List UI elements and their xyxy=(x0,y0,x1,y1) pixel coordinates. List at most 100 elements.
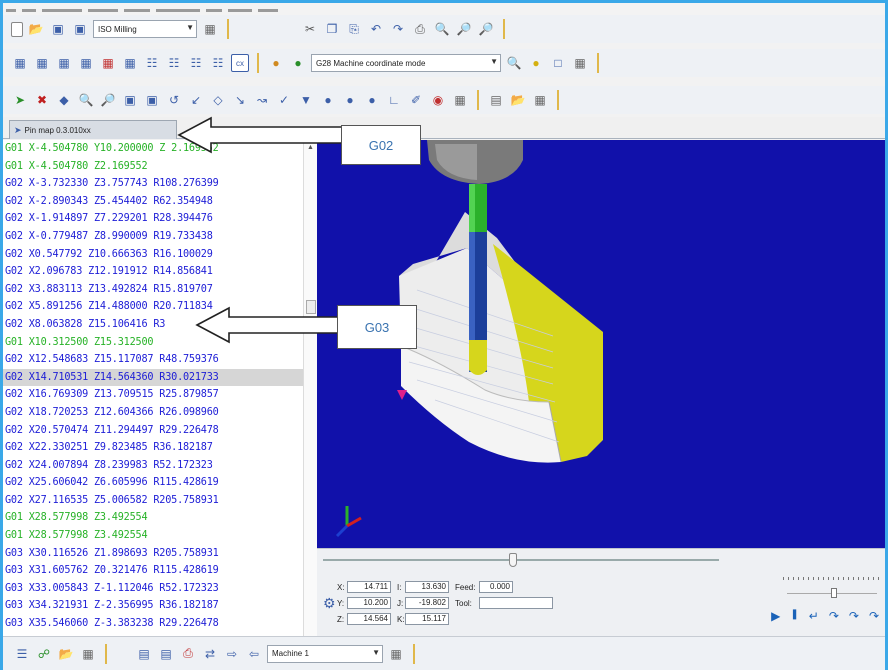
remove-numbers-icon[interactable]: ▦ xyxy=(55,54,73,72)
code-line[interactable]: G01 X28.577998 Z3.492554 xyxy=(3,527,303,545)
mode-combo[interactable]: G28 Machine coordinate mode ▼ xyxy=(311,54,501,72)
code-line[interactable]: G02 X-1.914897 Z7.229201 R28.394476 xyxy=(3,210,303,228)
machine-home-icon[interactable]: ● xyxy=(289,54,307,72)
zoom-out-icon[interactable]: 🔎 xyxy=(99,91,117,109)
z-axis-icon[interactable]: ☷ xyxy=(187,54,205,72)
code-line[interactable]: G02 X20.570474 Z11.294497 R29.226478 xyxy=(3,422,303,440)
view-side-icon[interactable]: ↝ xyxy=(253,91,271,109)
code-line[interactable]: G02 X22.330251 Z9.823485 R36.182187 xyxy=(3,439,303,457)
grid-icon[interactable]: ▦ xyxy=(571,54,589,72)
zoom-window-icon[interactable]: ▣ xyxy=(121,91,139,109)
y-axis-icon[interactable]: ☷ xyxy=(165,54,183,72)
window-icon[interactable]: □ xyxy=(549,54,567,72)
code-line[interactable]: G01 X-4.504780 Z2.169552 xyxy=(3,158,303,176)
grid-icon[interactable]: ▦ xyxy=(201,20,219,38)
grid-icon[interactable]: ▦ xyxy=(451,91,469,109)
remove-spaces-icon[interactable]: ▦ xyxy=(77,54,95,72)
highlight-icon[interactable]: ◉ xyxy=(429,91,447,109)
open-folder-icon[interactable]: 📂 xyxy=(509,91,527,109)
redo-icon[interactable]: ↷ xyxy=(389,20,407,38)
document-icon[interactable]: ▤ xyxy=(487,91,505,109)
grid-icon[interactable]: ▦ xyxy=(531,91,549,109)
mirror-icon[interactable]: ☷ xyxy=(209,54,227,72)
code-line[interactable]: G03 X33.005843 Z-1.112046 R52.172323 xyxy=(3,580,303,598)
undo-icon[interactable]: ↶ xyxy=(367,20,385,38)
delete-icon[interactable]: ✖ xyxy=(33,91,51,109)
receive-icon[interactable]: ⇦ xyxy=(245,645,263,663)
print-icon[interactable]: ⎙ xyxy=(411,20,429,38)
code-line[interactable]: G01 X10.312500 Z15.312500 xyxy=(3,334,303,352)
shade-icon[interactable]: ● xyxy=(319,91,337,109)
code-line[interactable]: G02 X5.891256 Z14.488000 R20.711834 xyxy=(3,298,303,316)
scrollbar-thumb[interactable] xyxy=(306,300,316,314)
cx-icon[interactable]: cx xyxy=(231,54,249,72)
folder-icon[interactable]: 📂 xyxy=(57,645,75,663)
print-icon[interactable]: ⎙ xyxy=(179,645,197,663)
zoom-in-icon[interactable]: 🔍 xyxy=(77,91,95,109)
compare2-icon[interactable]: ▤ xyxy=(157,645,175,663)
save-all-icon[interactable]: ▣ xyxy=(71,20,89,38)
zoom-icon[interactable]: 🔍 xyxy=(505,54,523,72)
paste-icon[interactable]: ⎘ xyxy=(345,20,363,38)
view-top-icon[interactable]: ↘ xyxy=(231,91,249,109)
code-line[interactable]: G02 X-3.732330 Z3.757743 R108.276399 xyxy=(3,175,303,193)
code-line[interactable]: G02 X-2.890343 Z5.454402 R62.354948 xyxy=(3,193,303,211)
simulation-slider-knob[interactable] xyxy=(509,553,517,567)
find-next-icon[interactable]: 🔎 xyxy=(455,20,473,38)
tab-document[interactable]: ➤ Pin map 0.3.010xx xyxy=(9,120,177,139)
play-icon[interactable]: ▶ xyxy=(771,609,780,623)
rotate-icon[interactable]: ↺ xyxy=(165,91,183,109)
block-numbers-icon[interactable]: ▦ xyxy=(11,54,29,72)
speed-slider-knob[interactable] xyxy=(831,588,837,598)
code-scrollbar[interactable]: ▲ xyxy=(303,140,317,636)
code-line[interactable]: G02 X27.116535 Z5.006582 R205.758931 xyxy=(3,492,303,510)
code-line[interactable]: G02 X18.720253 Z12.604366 R26.098960 xyxy=(3,404,303,422)
measure-icon[interactable]: ↙ xyxy=(187,91,205,109)
split-icon[interactable]: ▦ xyxy=(121,54,139,72)
code-line[interactable]: G02 X25.606042 Z6.605996 R115.428619 xyxy=(3,474,303,492)
x-axis-icon[interactable]: ☷ xyxy=(143,54,161,72)
insert-spaces-icon[interactable]: ▦ xyxy=(99,54,117,72)
code-line[interactable]: G03 X31.605762 Z0.321476 R115.428619 xyxy=(3,562,303,580)
code-line[interactable]: G03 X30.116526 Z1.898693 R205.758931 xyxy=(3,545,303,563)
save-icon[interactable]: ▣ xyxy=(49,20,67,38)
nc-code-editor[interactable]: G01 X-4.504780 Y10.200000 Z 2.169552 G01 … xyxy=(3,140,303,636)
wire-icon[interactable]: ● xyxy=(341,91,359,109)
code-line[interactable]: G02 X8.063828 Z15.106416 R3 xyxy=(3,316,303,334)
code-line[interactable]: G02 X3.883113 Z13.492824 R15.819707 xyxy=(3,281,303,299)
list-icon[interactable]: ☰ xyxy=(13,645,31,663)
stock-icon[interactable]: ● xyxy=(363,91,381,109)
new-file-icon[interactable] xyxy=(11,21,23,37)
step-back-icon[interactable]: ↵ xyxy=(809,609,819,623)
code-line[interactable]: G01 X28.577998 Z3.492554 xyxy=(3,509,303,527)
transfer-icon[interactable]: ⇄ xyxy=(201,645,219,663)
scroll-up-icon[interactable]: ▲ xyxy=(307,144,314,151)
view-iso-icon[interactable]: ◇ xyxy=(209,91,227,109)
link-icon[interactable]: ☍ xyxy=(35,645,53,663)
compare-icon[interactable]: ▤ xyxy=(135,645,153,663)
machine-combo[interactable]: Machine 1 ▼ xyxy=(267,644,383,663)
code-line[interactable]: G02 X16.769309 Z13.709515 R25.879857 xyxy=(3,386,303,404)
copy-icon[interactable]: ❐ xyxy=(323,20,341,38)
find-previous-icon[interactable]: 🔎 xyxy=(477,20,495,38)
code-line[interactable]: G01 X-4.504780 Y10.200000 Z 2.169552 xyxy=(3,140,303,158)
code-line[interactable]: G03 X34.321931 Z-2.356995 R36.182187 xyxy=(3,597,303,615)
backplot-icon[interactable]: ◆ xyxy=(55,91,73,109)
draw-icon[interactable]: ✐ xyxy=(407,91,425,109)
solid-icon[interactable]: ▼ xyxy=(297,91,315,109)
tool-path-icon[interactable]: ✓ xyxy=(275,91,293,109)
format-combo[interactable]: ISO Milling ▼ xyxy=(93,20,197,38)
zoom-fit-icon[interactable]: ▣ xyxy=(143,91,161,109)
code-line[interactable]: G02 X14.710531 Z14.564360 R30.021733 xyxy=(3,368,303,387)
step-forward-icon[interactable]: ↷ xyxy=(829,609,839,623)
code-line[interactable]: G02 X2.096783 Z12.191912 R14.856841 xyxy=(3,263,303,281)
renumber-icon[interactable]: ▦ xyxy=(33,54,51,72)
code-line[interactable]: G03 X35.546060 Z-3.383238 R29.226478 xyxy=(3,615,303,633)
open-folder-icon[interactable]: 📂 xyxy=(27,20,45,38)
grid-icon[interactable]: ▦ xyxy=(79,645,97,663)
axis-icon[interactable]: ∟ xyxy=(385,91,403,109)
pointer-icon[interactable]: ➤ xyxy=(11,91,29,109)
step-last-icon[interactable]: ↷ xyxy=(869,609,879,623)
grid-icon[interactable]: ▦ xyxy=(387,645,405,663)
machine-icon[interactable]: ● xyxy=(267,54,285,72)
